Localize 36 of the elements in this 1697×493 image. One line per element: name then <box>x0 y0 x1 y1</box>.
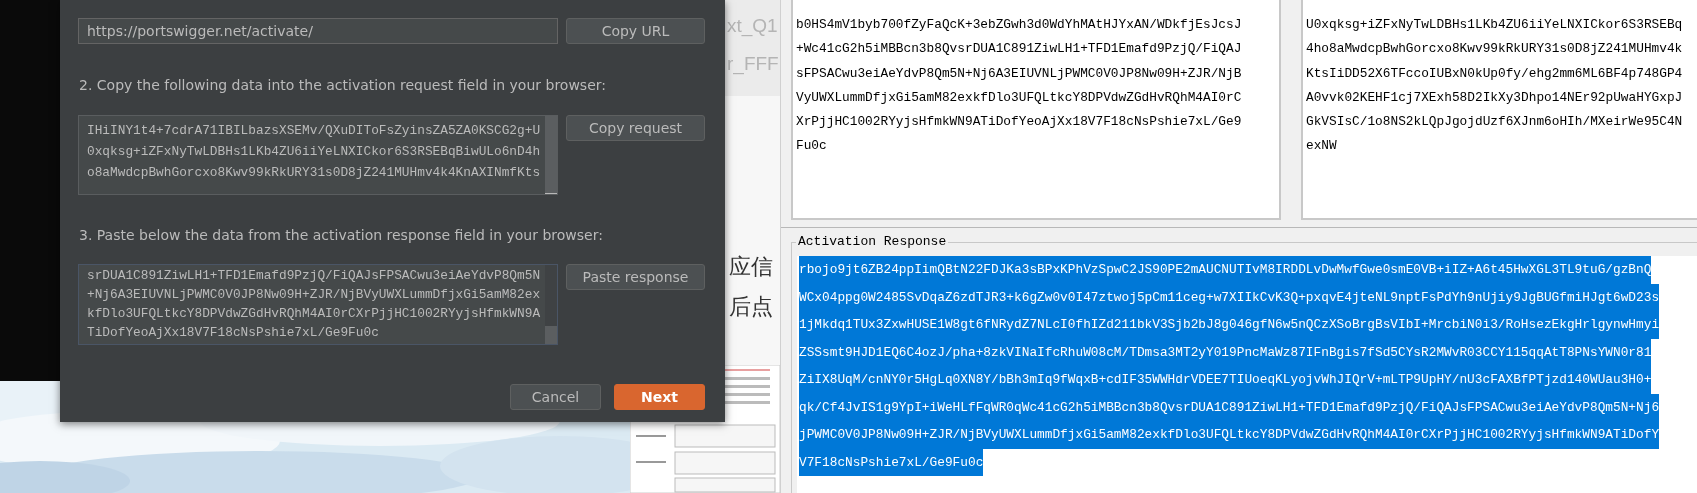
request-text-line: sFPSACwu3eiAeYdvP8Qm5N+Nj6A3EIUVNLjPWMC0V0JP8Nw09H+ZJR/NjB <box>796 64 1243 83</box>
request-text-area[interactable] <box>791 0 1281 220</box>
request-text-line: o8aMwdcpBwhGorcxo8Kwv99kRkURY31s0D8jZ241MUHmv4k4KnAXINmfKts <box>87 164 542 182</box>
response-text-area[interactable] <box>78 264 558 345</box>
request-text-line: A0vvk02KEHF1cj7XExh58D2IkXy3Dhpo14NEr92pUwaHYGxpJ <box>1306 88 1684 107</box>
response-text-line: srDUA1C891ZiwLH1+TFD1Emafd9PzjQ/FiQAJsFPSACwu3eiAeYdvP8Qm5N <box>87 267 542 285</box>
document-text: 应信 <box>728 254 774 280</box>
instruction-text: 3. Paste below the data from the activation response field in your browser: <box>79 226 604 244</box>
request-text-line: U0xqksg+iZFxNyTwLDBHs1LKb4ZU6iiYeLNXICkor6S3RSEBq <box>1306 16 1684 34</box>
request-text-line: VyUWXLummDfjxGi5amM82exkfDlo3UFQLtkcY8DPVdwZGdHvRQhM4AI0rC <box>796 88 1243 107</box>
request-text-line: IHiINY1t4+7cdrA71IBILbazsXSEMv/QXuDIToFsZyinsZA5ZA0KSCG2g+U <box>87 122 542 140</box>
scrollbar[interactable] <box>545 265 557 344</box>
request-text-line: Fu0c <box>796 137 828 156</box>
request-text-line: +Wc41cG2h5iMBBcn3b8QvsrDUA1C891ZiwLH1+TFD1Emafd9PzjQ/FiQAJ <box>796 40 1243 59</box>
response-text-line: +Nj6A3EIUVNLjPWMC0V0JP8Nw09H+ZJR/NjBVyUWXLummDfjxGi5amM82ex <box>87 286 542 304</box>
response-text-line: kfDlo3UFQLtkcY8DPVdwZGdHvRQhM4AI0rCXrPjjHC1002RYyjsHfmkWN9A <box>87 305 542 323</box>
group-label: Activation Response <box>796 234 949 250</box>
request-text-line: 0xqksg+iZFxNyTwLDBHs1LKb4ZU6iiYeLNXICkor6S3RSEBqBiwULo6nD4h <box>87 143 542 161</box>
request-text-area[interactable]: IHiINY1t4+7cdrA71IBILbazsXSEMv/QXuDIToFsZyinsZA5ZA0KSCG2g+U 0xqksg+iZFxNyTwLDBHs1LKb4ZU6iiYeLNXICkor6S3RSEBqBiwULo6nD4h o8aMwdcpBwhGorcxo8Kwv99kRkURY31s0D8jZ241MUHmv4k4KnAXINmfKts <box>78 115 558 195</box>
instruction-text: 2. Copy the following data into the activation request field in your browser: <box>79 76 607 94</box>
copy-url-button[interactable]: Copy URL <box>566 18 705 44</box>
request-text-line: XrPjjHC1002RYyjsHfmkWN9ATiDofYeoAjXx18V7F18cNsPshie7xL/Ge9 <box>796 113 1243 132</box>
scrollbar[interactable] <box>545 116 557 194</box>
paste-response-button[interactable]: Paste response <box>566 264 705 290</box>
copy-request-button[interactable]: Copy request <box>566 115 705 141</box>
request-text-area[interactable] <box>1301 0 1697 220</box>
dialog-button[interactable]: Next <box>614 384 705 410</box>
request-text-line: GkVSIsC/1o8NS2kLQpJgojdUzf6XJnm6oHIh/MXeirWe95C4N <box>1306 113 1684 132</box>
request-text-line: 4ho8aMwdcpBwhGorcxo8Kwv99kRkURY31s0D8jZ241MUHmv4k <box>1306 40 1684 59</box>
request-text-line: b0HS4mV1byb700fZyFaQcK+3ebZGwh3d0WdYhMAtHJYxAN/WDkfjEsJcsJ <box>796 16 1243 34</box>
request-text-line: exNW <box>1306 137 1338 156</box>
document-text: 后点 <box>728 294 774 320</box>
response-text-line: TiDofYeoAjXx18V7F18cNsPshie7xL/Ge9Fu0c <box>87 324 380 342</box>
dialog-button[interactable]: Cancel <box>510 384 601 410</box>
url-field[interactable]: https://portswigger.net/activate/ <box>78 18 558 44</box>
request-text-line: KtsIiDD52X6TFccoIUBxN0kUp0fy/ehg2mm6ML6BF4p748GP4 <box>1306 64 1684 83</box>
